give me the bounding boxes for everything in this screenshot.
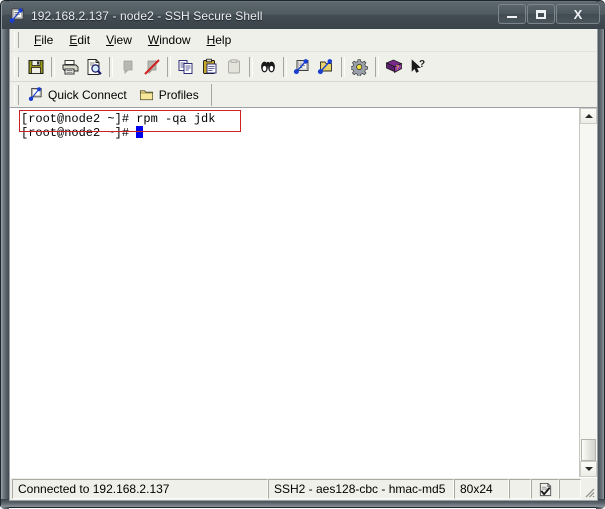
toolbar-separator bbox=[341, 56, 345, 77]
maximize-button[interactable] bbox=[527, 4, 555, 24]
menu-item-window[interactable]: Window bbox=[140, 31, 199, 49]
window-border-left bbox=[1, 1, 9, 509]
paste-icon[interactable] bbox=[198, 55, 222, 78]
quickbar-end-separator bbox=[210, 83, 212, 106]
profiles-button[interactable]: Profiles bbox=[135, 85, 207, 104]
status-bar: Connected to 192.168.2.137 SSH2 - aes128… bbox=[10, 477, 597, 500]
status-terminal-size: 80x24 bbox=[454, 479, 509, 499]
scroll-up-arrow-icon bbox=[584, 114, 593, 118]
quick-connect-bar: Quick Connect Profiles bbox=[10, 82, 597, 108]
save-icon[interactable] bbox=[24, 55, 48, 78]
quick-connect-label: Quick Connect bbox=[48, 87, 127, 102]
print-preview-icon[interactable] bbox=[82, 55, 106, 78]
application-window: 192.168.2.137 - node2 - SSH Secure Shell… bbox=[0, 0, 605, 509]
connect-icon bbox=[116, 55, 140, 78]
quick-connect-icon bbox=[28, 87, 43, 102]
new-terminal-icon[interactable] bbox=[290, 55, 314, 78]
status-spacer-2 bbox=[559, 479, 581, 499]
terminal-pane: [root@node2 ~]# rpm -qa jdk [root@node2 … bbox=[10, 108, 597, 477]
menu-item-file[interactable]: File bbox=[26, 31, 61, 49]
scroll-up-arrow[interactable] bbox=[580, 108, 597, 124]
toolbar-separator bbox=[283, 56, 287, 77]
menu-drag-handle[interactable] bbox=[14, 32, 19, 48]
terminal-prompt: [root@node2 ~]# bbox=[21, 126, 137, 140]
toolbar-separator bbox=[109, 56, 113, 77]
title-bar[interactable]: 192.168.2.137 - node2 - SSH Secure Shell… bbox=[2, 2, 605, 29]
terminal-cursor bbox=[136, 126, 144, 138]
disconnect-icon bbox=[140, 55, 164, 78]
settings-icon[interactable] bbox=[348, 55, 372, 78]
find-icon[interactable] bbox=[256, 55, 280, 78]
scrollbar-thumb[interactable] bbox=[581, 439, 596, 461]
terminal-vertical-scrollbar[interactable] bbox=[579, 108, 597, 477]
status-spacer-1 bbox=[509, 479, 531, 499]
scrollbar-track[interactable] bbox=[580, 124, 597, 461]
copy-icon[interactable] bbox=[174, 55, 198, 78]
toolbar-separator bbox=[249, 56, 253, 77]
resize-grip[interactable] bbox=[581, 478, 597, 500]
menu-item-help[interactable]: Help bbox=[199, 31, 240, 49]
terminal-output[interactable]: [root@node2 ~]# rpm -qa jdk [root@node2 … bbox=[10, 108, 579, 477]
svg-text:?: ? bbox=[419, 59, 425, 70]
scroll-down-arrow[interactable] bbox=[580, 461, 597, 477]
terminal-line: [root@node2 ~]# rpm -qa jdk bbox=[21, 112, 216, 126]
toolbar-drag-handle[interactable] bbox=[14, 56, 19, 77]
new-file-transfer-icon[interactable] bbox=[314, 55, 338, 78]
quick-connect-button[interactable]: Quick Connect bbox=[24, 85, 135, 104]
transfer-status-icon[interactable] bbox=[531, 479, 559, 499]
terminal-line-with-cursor: [root@node2 ~]# bbox=[21, 126, 579, 140]
caption-button-group: X bbox=[498, 4, 600, 24]
menu-bar: File Edit View Window Help bbox=[10, 29, 597, 52]
minimize-button[interactable] bbox=[498, 4, 526, 24]
folder-icon bbox=[139, 87, 154, 102]
menu-item-view[interactable]: View bbox=[98, 31, 140, 49]
window-title: 192.168.2.137 - node2 - SSH Secure Shell bbox=[31, 8, 263, 23]
status-cipher: SSH2 - aes128-cbc - hmac-md5 bbox=[268, 479, 454, 499]
menu-item-edit[interactable]: Edit bbox=[61, 31, 98, 49]
minimize-icon bbox=[507, 16, 517, 18]
toolbar-separator bbox=[51, 56, 55, 77]
status-connection: Connected to 192.168.2.137 bbox=[12, 479, 268, 499]
toolbar-separator bbox=[375, 56, 379, 77]
main-toolbar: ? ? bbox=[10, 52, 597, 82]
paste-clipboard-icon bbox=[222, 55, 246, 78]
quickbar-drag-handle[interactable] bbox=[14, 84, 19, 105]
close-icon: X bbox=[573, 6, 583, 22]
toolbar-separator bbox=[167, 56, 171, 77]
print-icon[interactable] bbox=[58, 55, 82, 78]
client-area: File Edit View Window Help ? ? Quick Con… bbox=[9, 29, 598, 501]
profiles-label: Profiles bbox=[158, 87, 199, 102]
close-button[interactable]: X bbox=[556, 4, 600, 24]
ssh-terminal-icon[interactable] bbox=[9, 7, 25, 24]
scroll-down-arrow-icon bbox=[584, 467, 593, 471]
help-book-icon[interactable]: ? bbox=[382, 55, 406, 78]
maximize-icon bbox=[536, 9, 546, 19]
context-help-icon[interactable]: ? bbox=[406, 55, 430, 78]
